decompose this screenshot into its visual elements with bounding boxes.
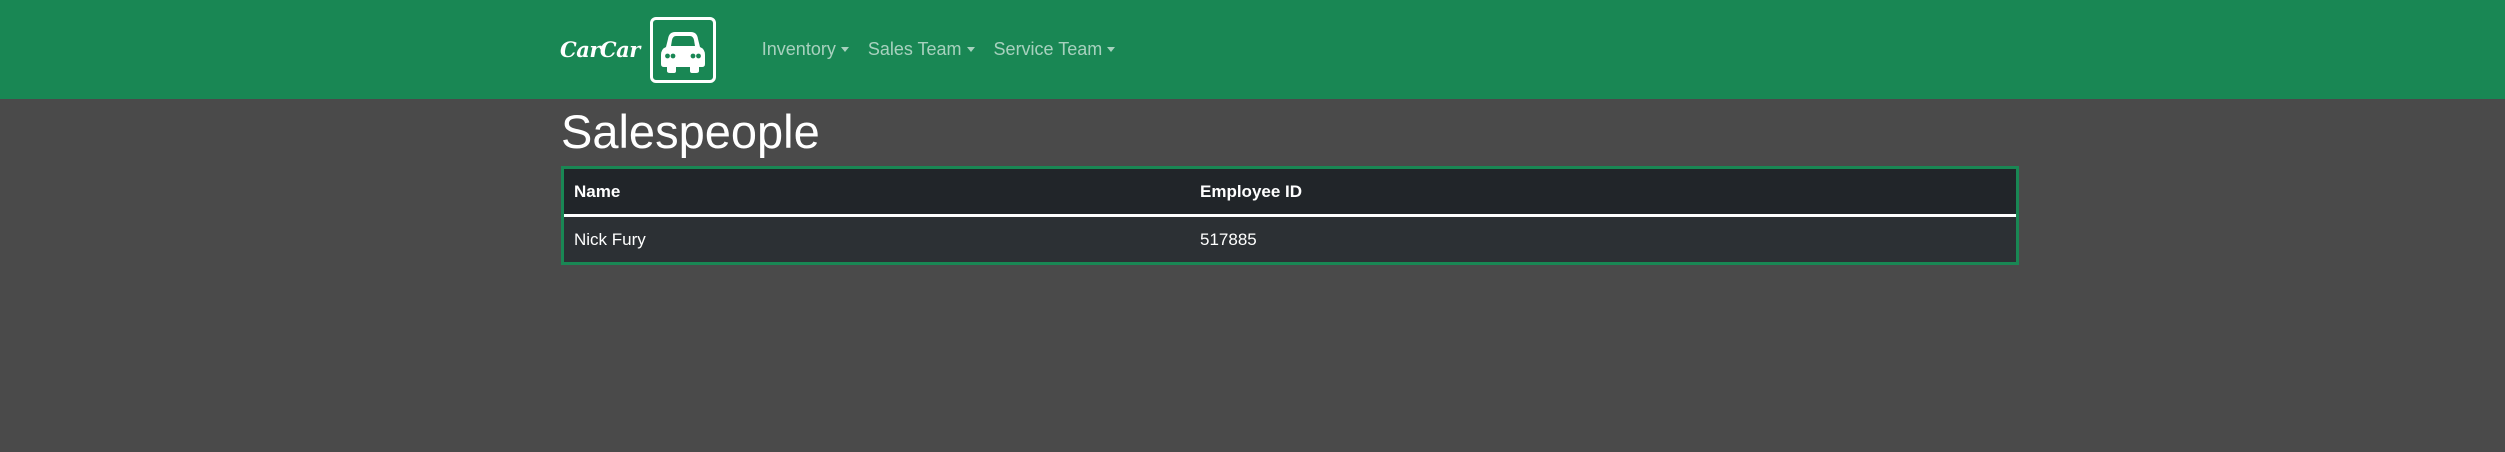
car-icon	[649, 16, 716, 83]
table-header: Name Employee ID	[564, 169, 2016, 217]
table-row: Nick Fury 517885	[564, 215, 2016, 262]
caret-down-icon	[840, 47, 849, 52]
brand-link[interactable]: CarCar	[560, 16, 716, 83]
page-title: Salespeople	[561, 105, 820, 158]
nav-item-label: Inventory	[761, 39, 836, 59]
column-header-name: Name	[564, 169, 1190, 217]
table-header-row: Name Employee ID	[564, 169, 2016, 217]
salespeople-table-container: Name Employee ID Nick Fury 517885	[561, 166, 2019, 265]
nav-menu: Inventory Sales Team Service Team	[762, 39, 1134, 60]
nav-dropdown-inventory[interactable]: Inventory	[762, 39, 849, 60]
nav-dropdown-sales-team[interactable]: Sales Team	[868, 39, 975, 60]
nav-dropdown-service-team[interactable]: Service Team	[994, 39, 1116, 60]
nav-item-label: Service Team	[993, 39, 1103, 59]
cell-employee-id: 517885	[1200, 229, 1257, 249]
brand-text: CarCar	[560, 37, 640, 62]
navbar: CarCar Inventory Sales Team Service Team	[0, 0, 2505, 99]
salespeople-table: Name Employee ID Nick Fury 517885	[564, 169, 2016, 262]
column-header-employee-id: Employee ID	[1190, 169, 2016, 217]
caret-down-icon	[1107, 47, 1116, 52]
table-body: Nick Fury 517885	[564, 215, 2016, 262]
cell-name: Nick Fury	[574, 229, 646, 249]
caret-down-icon	[966, 47, 975, 52]
main-content: Salespeople Name Employee ID Nick Fury 5…	[0, 99, 2019, 265]
nav-item-label: Sales Team	[867, 39, 962, 59]
